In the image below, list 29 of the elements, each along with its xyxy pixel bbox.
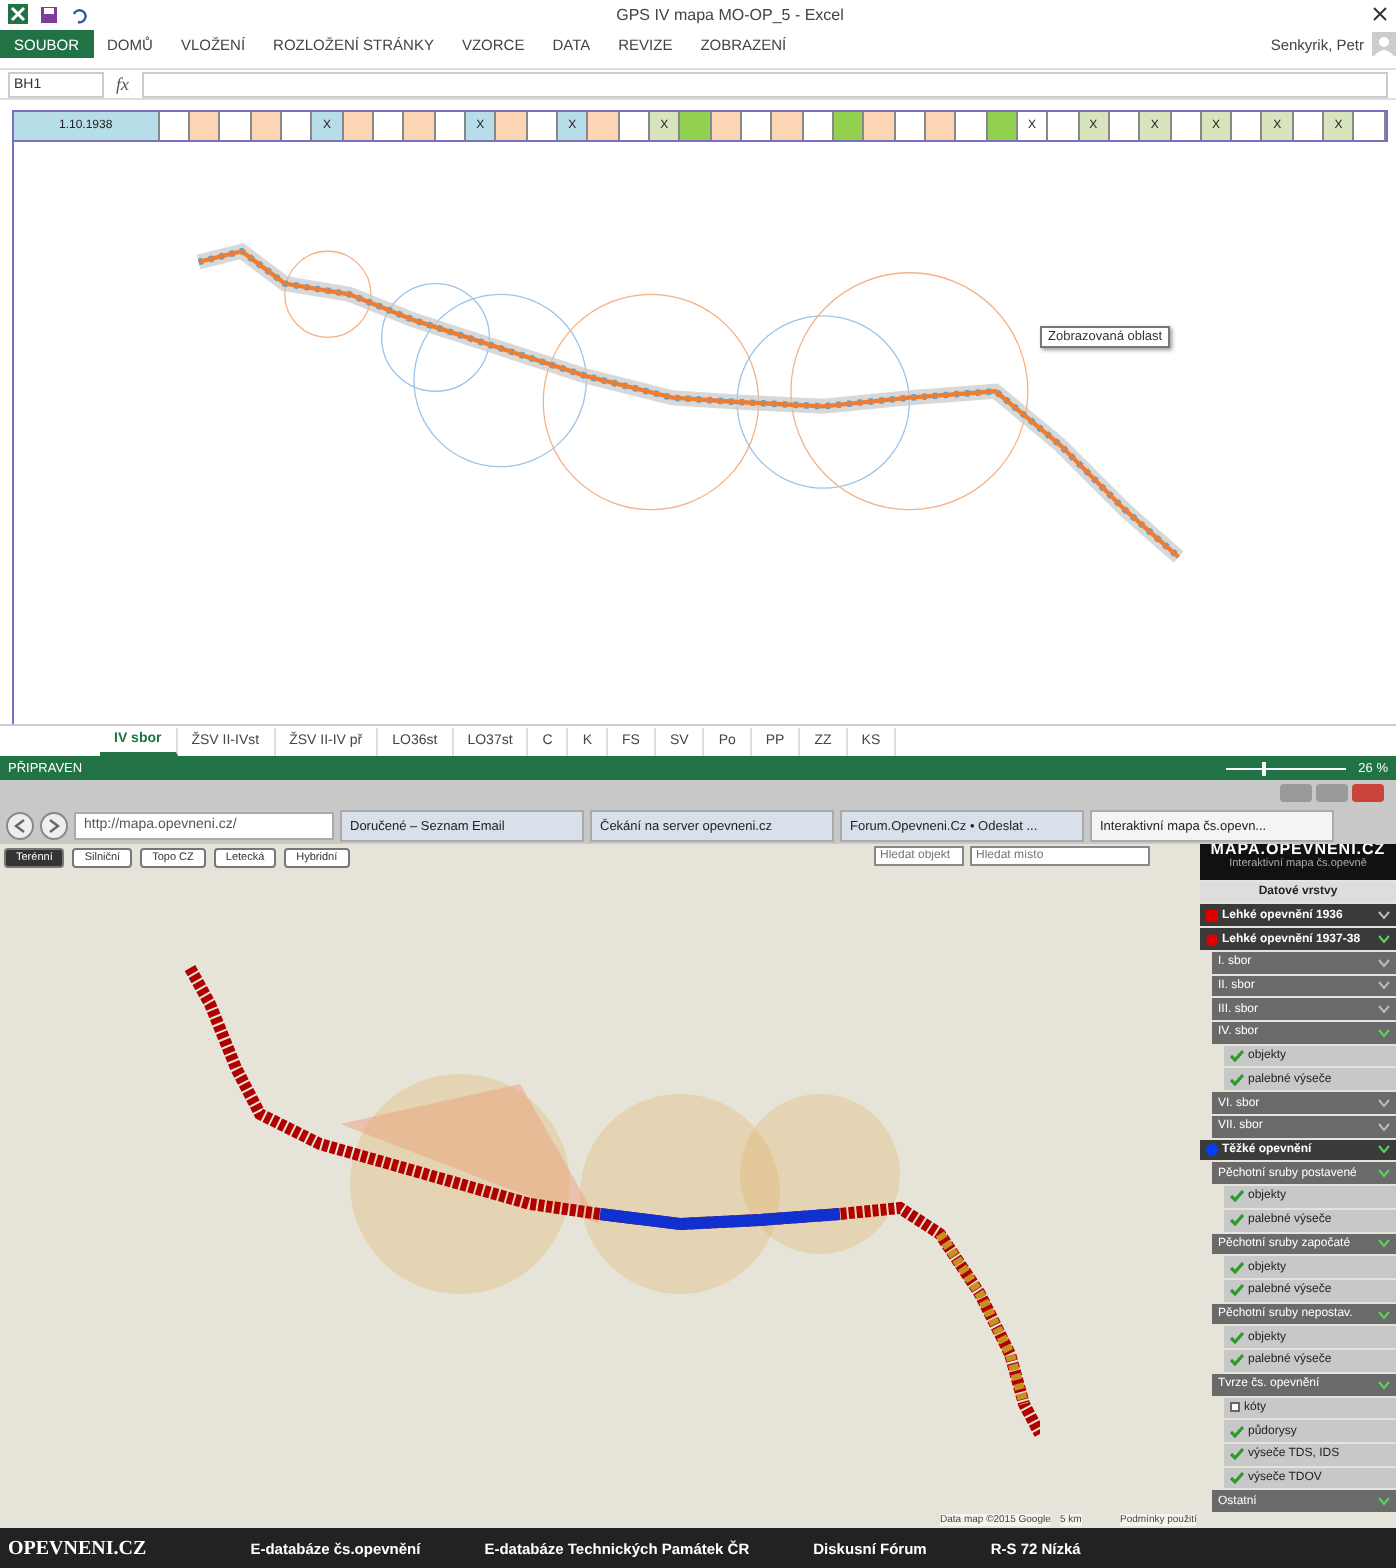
chevron-icon[interactable]	[1378, 1379, 1390, 1390]
logo-text: MAPA.OPEVNENI.CZ	[1210, 844, 1386, 859]
save-icon[interactable]	[40, 5, 58, 23]
chevron-icon[interactable]	[1378, 1496, 1390, 1507]
slider-thumb[interactable]	[1262, 761, 1267, 775]
chevron-icon[interactable]	[1378, 980, 1390, 991]
back-button[interactable]	[6, 812, 34, 840]
chevron-icon[interactable]	[1378, 957, 1390, 968]
chevron-icon[interactable]	[1378, 1098, 1390, 1109]
close-button[interactable]	[1352, 784, 1384, 802]
chevron-icon[interactable]	[1378, 1121, 1390, 1132]
chevron-icon[interactable]	[1378, 910, 1390, 921]
excel-logo-icon[interactable]	[8, 4, 28, 24]
close-icon[interactable]	[1372, 6, 1388, 22]
chevron-icon[interactable]	[1378, 1144, 1390, 1155]
site-logo: OPEVNENI.CZ	[8, 1537, 147, 1559]
function-button[interactable]: fx	[116, 74, 129, 94]
window-title: GPS IV mapa MO-OP_5 - Excel	[614, 5, 846, 23]
formula-field[interactable]	[141, 71, 1388, 97]
chevron-icon[interactable]	[1378, 1238, 1390, 1249]
undo-icon[interactable]	[70, 5, 88, 23]
chevron-icon[interactable]	[1378, 1309, 1390, 1320]
chevron-icon[interactable]	[1378, 934, 1390, 945]
checkbox-icon	[1230, 1402, 1240, 1413]
chevron-icon[interactable]	[1378, 1027, 1390, 1038]
chevron-icon[interactable]	[1378, 1004, 1390, 1015]
range-circle	[284, 250, 372, 339]
forward-button[interactable]	[40, 812, 68, 840]
chevron-icon[interactable]	[1378, 1168, 1390, 1179]
